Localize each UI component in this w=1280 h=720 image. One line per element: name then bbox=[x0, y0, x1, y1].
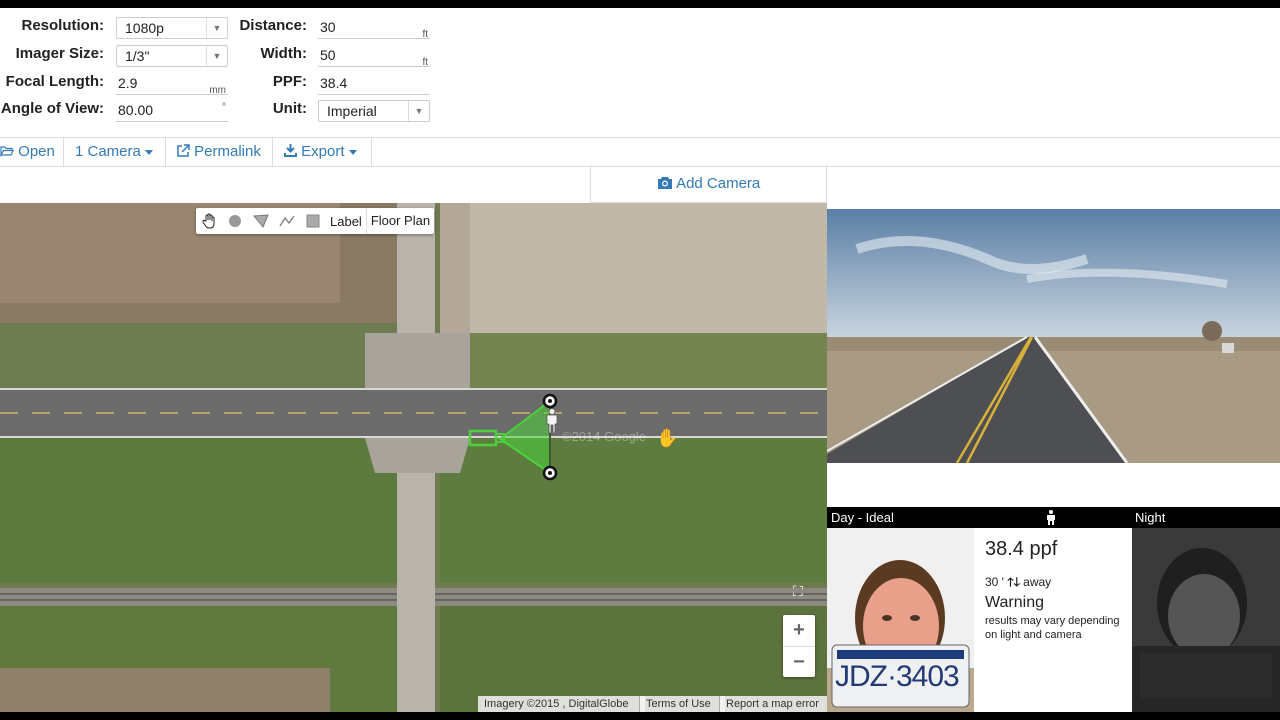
map-attribution: Imagery ©2015 , DigitalGlobe bbox=[478, 696, 645, 712]
terms-link[interactable]: Terms of Use bbox=[639, 696, 725, 712]
resolution-label: Resolution: bbox=[21, 17, 105, 34]
unit-select[interactable]: Imperial ▼ bbox=[318, 100, 430, 122]
line-tool-button[interactable] bbox=[274, 208, 300, 234]
app-frame: Resolution: 1080p ▼ Imager Size: 1/3" ▼ … bbox=[0, 8, 1280, 712]
unit-value: Imperial bbox=[327, 103, 377, 119]
circle-tool-button[interactable] bbox=[222, 208, 248, 234]
width-value: 50 bbox=[320, 47, 336, 63]
permalink-label: Permalink bbox=[194, 143, 261, 160]
imager-size-select[interactable]: 1/3" ▼ bbox=[116, 45, 228, 67]
open-label: Open bbox=[18, 143, 55, 160]
license-plate-text: JDZ·3403 bbox=[835, 660, 960, 693]
distance-readout-value: 30 ' bbox=[985, 575, 1004, 589]
camera-dropdown[interactable]: 1 Camera bbox=[64, 138, 166, 166]
arrow-down-icon: 🡓 bbox=[1013, 575, 1020, 589]
satellite-map[interactable]: ©2014 Google ✋ Label Floor Plan ⛶ + − Im… bbox=[0, 203, 827, 712]
fullscreen-icon[interactable]: ⛶ bbox=[793, 583, 803, 600]
zoom-controls: + − bbox=[783, 615, 815, 677]
imager-size-label: Imager Size: bbox=[15, 45, 104, 62]
hand-cursor-icon: ✋ bbox=[656, 428, 679, 448]
away-label: away bbox=[1023, 575, 1052, 589]
line-icon bbox=[279, 215, 295, 227]
circle-icon bbox=[229, 215, 241, 227]
share-icon bbox=[177, 144, 190, 157]
focal-length-value: 2.9 bbox=[118, 75, 138, 91]
resolution-value: 1080p bbox=[125, 20, 164, 36]
chevron-down-icon: ▼ bbox=[206, 46, 227, 66]
warning-text: results may vary depending on light and … bbox=[985, 615, 1120, 641]
permalink-button[interactable]: Permalink bbox=[166, 138, 273, 166]
report-map-error-link[interactable]: Report a map error bbox=[719, 696, 827, 712]
caret-down-icon bbox=[144, 149, 153, 155]
width-field[interactable]: 50 ft bbox=[318, 45, 430, 68]
zoom-out-button[interactable]: − bbox=[783, 647, 815, 678]
map-drawing-toolbar: Label Floor Plan bbox=[196, 208, 435, 234]
angle-of-view-unit: ° bbox=[222, 102, 226, 113]
export-dropdown[interactable]: Export bbox=[273, 138, 372, 166]
add-camera-button[interactable]: Add Camera bbox=[590, 165, 827, 203]
day-ideal-label: Day - Ideal bbox=[831, 510, 894, 525]
night-label: Night bbox=[1135, 510, 1166, 525]
unit-label: Unit: bbox=[272, 100, 307, 117]
focal-length-unit: mm bbox=[209, 85, 226, 96]
zoom-in-button[interactable]: + bbox=[783, 615, 815, 647]
camera-icon bbox=[657, 177, 672, 189]
resolution-select[interactable]: 1080p ▼ bbox=[116, 17, 228, 39]
distance-label: Distance: bbox=[239, 17, 307, 34]
street-view-image bbox=[827, 209, 1280, 463]
imager-size-value: 1/3" bbox=[125, 48, 150, 64]
folder-open-icon bbox=[0, 146, 14, 158]
ppf-value: 38.4 bbox=[320, 75, 348, 91]
chevron-down-icon: ▼ bbox=[408, 101, 429, 121]
export-label: Export bbox=[301, 143, 345, 160]
ppf-info-panel: 38.4 ppf 30 ' 🡑🡓 away Warning results ma… bbox=[974, 528, 1132, 712]
hand-icon bbox=[202, 213, 215, 229]
main-toolbar: Open 1 Camera Permalink Export bbox=[0, 137, 1280, 167]
night-face-illustration bbox=[1132, 528, 1280, 712]
person-icon bbox=[546, 408, 558, 434]
square-tool-button[interactable] bbox=[300, 208, 326, 234]
warning-title: Warning bbox=[985, 594, 1044, 611]
caret-down-icon bbox=[348, 149, 357, 155]
chevron-down-icon: ▼ bbox=[206, 18, 227, 38]
distance-value: 30 bbox=[320, 19, 336, 35]
ppf-result: 38.4 ppf bbox=[985, 538, 1058, 560]
day-preview-image: JDZ·3403 bbox=[827, 528, 974, 712]
width-unit: ft bbox=[422, 57, 428, 68]
person-icon bbox=[1047, 510, 1055, 525]
ppf-field[interactable]: 38.4 bbox=[318, 73, 430, 95]
add-camera-label: Add Camera bbox=[676, 175, 761, 192]
label-tool-button[interactable]: Label bbox=[326, 214, 366, 229]
square-icon bbox=[306, 214, 320, 228]
map-watermark: ©2014 Google bbox=[562, 429, 647, 444]
open-button[interactable]: Open bbox=[0, 138, 64, 166]
polygon-tool-button[interactable] bbox=[248, 208, 274, 234]
distance-field[interactable]: 30 ft bbox=[318, 17, 430, 40]
width-label: Width: bbox=[260, 45, 307, 62]
distance-readout: 30 ' 🡑🡓 away bbox=[985, 573, 1051, 594]
night-preview-image bbox=[1132, 528, 1280, 712]
camera-count-label: 1 Camera bbox=[75, 143, 141, 160]
ppf-label: PPF: bbox=[272, 73, 307, 90]
angle-of-view-field[interactable]: 80.00 ° bbox=[116, 100, 228, 122]
download-icon bbox=[284, 144, 297, 157]
angle-of-view-label: Angle of View: bbox=[0, 100, 104, 117]
focal-length-label: Focal Length: bbox=[5, 73, 104, 90]
focal-length-field[interactable]: 2.9 mm bbox=[116, 73, 228, 96]
distance-unit: ft bbox=[422, 29, 428, 40]
floor-plan-button[interactable]: Floor Plan bbox=[365, 208, 434, 234]
map-imagery bbox=[0, 203, 827, 712]
street-view-scene bbox=[827, 209, 1280, 463]
angle-of-view-value: 80.00 bbox=[118, 102, 154, 118]
preview-header: Day - Ideal Night bbox=[827, 507, 1280, 528]
hand-tool-button[interactable] bbox=[196, 208, 222, 234]
polygon-icon bbox=[253, 214, 269, 228]
